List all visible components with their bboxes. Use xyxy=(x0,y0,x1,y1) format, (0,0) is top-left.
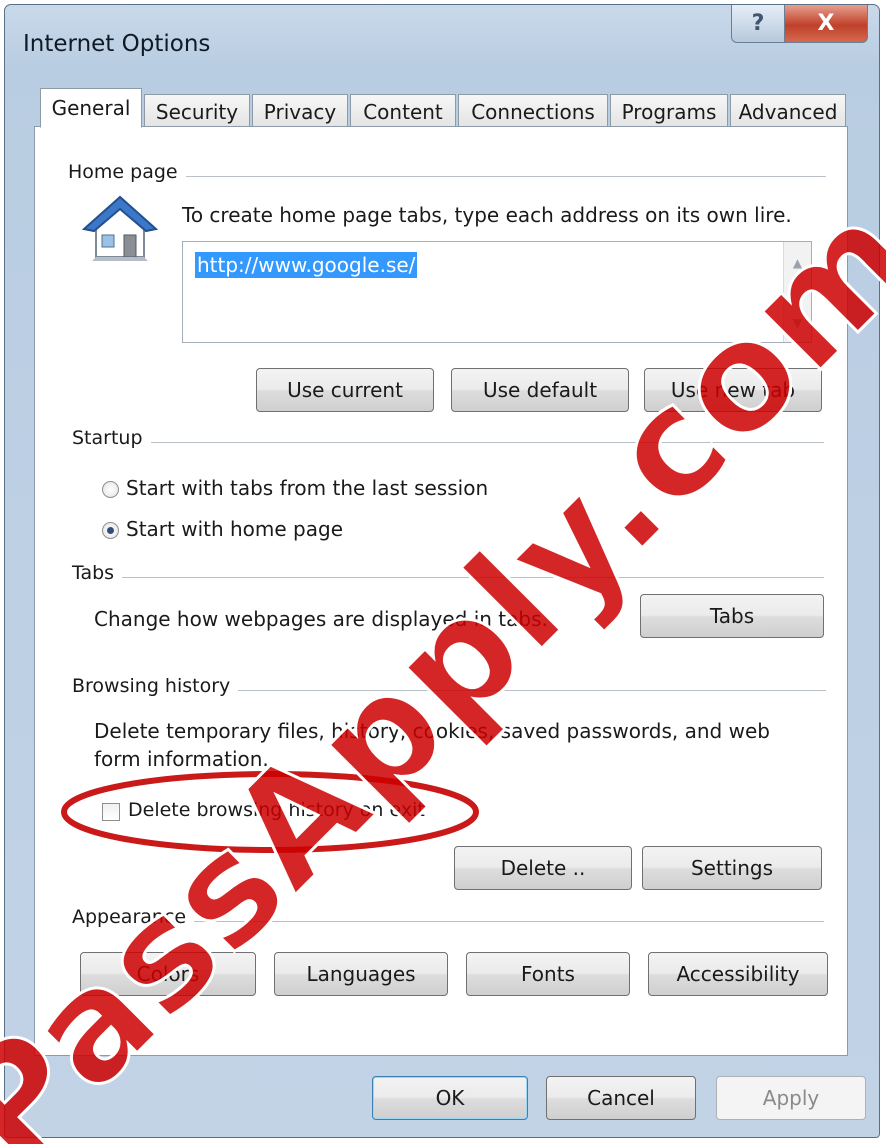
delete-history-button[interactable]: Delete .. xyxy=(454,846,632,890)
use-new-tab-button[interactable]: Use new tab xyxy=(644,368,822,412)
radio-start-with-home-page[interactable] xyxy=(102,522,119,539)
delete-on-exit-label[interactable]: Delete browsing history on exit xyxy=(128,799,425,821)
tab-content[interactable]: Content xyxy=(350,94,456,128)
tabs-settings-button[interactable]: Tabs xyxy=(640,594,824,638)
browsing-history-description-line2: form information. xyxy=(94,747,269,771)
tab-connections[interactable]: Connections xyxy=(458,94,608,128)
appearance-group-label: Appearance xyxy=(72,906,195,928)
close-button[interactable]: X xyxy=(784,5,868,43)
fonts-button[interactable]: Fonts xyxy=(466,952,630,996)
home-icon xyxy=(81,195,159,261)
startup-group-label: Startup xyxy=(72,427,151,449)
ok-button[interactable]: OK xyxy=(372,1076,528,1120)
scroll-up-arrow-icon[interactable]: ▲ xyxy=(784,252,811,274)
home-page-url-value: http://www.google.se/ xyxy=(195,252,418,278)
browsing-history-group-label: Browsing history xyxy=(72,675,239,697)
home-page-url-input[interactable]: http://www.google.se/ ▲ ▼ xyxy=(182,241,812,343)
delete-on-exit-checkbox[interactable] xyxy=(102,803,120,821)
cancel-button[interactable]: Cancel xyxy=(546,1076,696,1120)
home-page-group-label: Home page xyxy=(68,161,186,183)
tabs-description: Change how webpages are displayed in tab… xyxy=(94,607,548,631)
languages-button[interactable]: Languages xyxy=(274,952,448,996)
browsing-history-description-line1: Delete temporary files, history, cookies… xyxy=(94,719,770,743)
tab-advanced[interactable]: Advanced xyxy=(730,94,846,128)
url-scrollbar[interactable]: ▲ ▼ xyxy=(783,242,811,342)
apply-button[interactable]: Apply xyxy=(716,1076,866,1120)
radio-label-start-with-home-page[interactable]: Start with home page xyxy=(126,517,343,541)
group-divider xyxy=(72,442,824,443)
tabs-group-label: Tabs xyxy=(72,562,123,584)
window-title: Internet Options xyxy=(23,31,211,57)
home-page-instruction: To create home page tabs, type each addr… xyxy=(182,203,792,227)
scroll-down-arrow-icon[interactable]: ▼ xyxy=(784,312,811,334)
title-bar[interactable]: Internet Options ? X xyxy=(5,5,879,85)
tab-privacy[interactable]: Privacy xyxy=(252,94,348,128)
use-current-button[interactable]: Use current xyxy=(256,368,434,412)
help-button[interactable]: ? xyxy=(731,5,785,43)
close-icon: X xyxy=(817,11,835,36)
tab-programs[interactable]: Programs xyxy=(610,94,728,128)
radio-label-start-with-tabs[interactable]: Start with tabs from the last session xyxy=(126,476,488,500)
accessibility-button[interactable]: Accessibility xyxy=(648,952,828,996)
history-settings-button[interactable]: Settings xyxy=(642,846,822,890)
use-default-button[interactable]: Use default xyxy=(451,368,629,412)
group-divider xyxy=(72,577,824,578)
help-icon: ? xyxy=(751,11,765,36)
tab-security[interactable]: Security xyxy=(144,94,250,128)
tab-general[interactable]: General xyxy=(40,88,142,128)
radio-start-with-tabs[interactable] xyxy=(102,481,119,498)
colors-button[interactable]: Colors xyxy=(80,952,256,996)
